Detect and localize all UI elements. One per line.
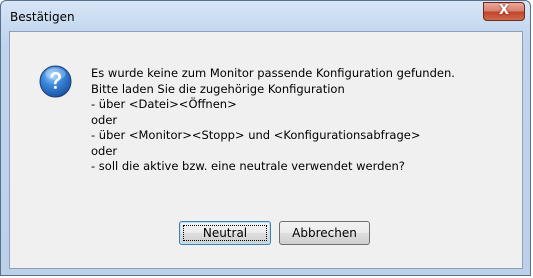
title-bar[interactable]: Bestätigen X	[1, 1, 532, 31]
message-line: - über <Monitor><Stopp> und <Konfigurati…	[91, 128, 421, 142]
message-line: oder	[91, 112, 118, 127]
message-line: oder	[91, 143, 118, 158]
message-line: - über <Datei><Öffnen>	[91, 97, 237, 111]
dialog-message: Es wurde keine zum Monitor passende Konf…	[91, 66, 521, 175]
close-icon: X	[498, 3, 510, 18]
message-line: - soll die aktive bzw. eine neutrale ver…	[91, 159, 405, 173]
question-icon	[39, 65, 72, 98]
cancel-button[interactable]: Abbrechen	[279, 221, 370, 245]
cancel-button-label: Abbrechen	[292, 226, 357, 240]
focus-rectangle	[183, 225, 267, 241]
close-button[interactable]: X	[483, 2, 525, 21]
window-title: Bestätigen	[10, 10, 75, 24]
dialog-window: Bestätigen X Es wurde keine zum Monitor …	[0, 0, 531, 276]
message-line: Bitte laden Sie die zugehörige Konfigura…	[91, 81, 345, 96]
message-line: Es wurde keine zum Monitor passende Konf…	[91, 66, 455, 80]
dialog-body: Es wurde keine zum Monitor passende Konf…	[9, 31, 523, 269]
neutral-button[interactable]: Neutral	[179, 221, 271, 245]
